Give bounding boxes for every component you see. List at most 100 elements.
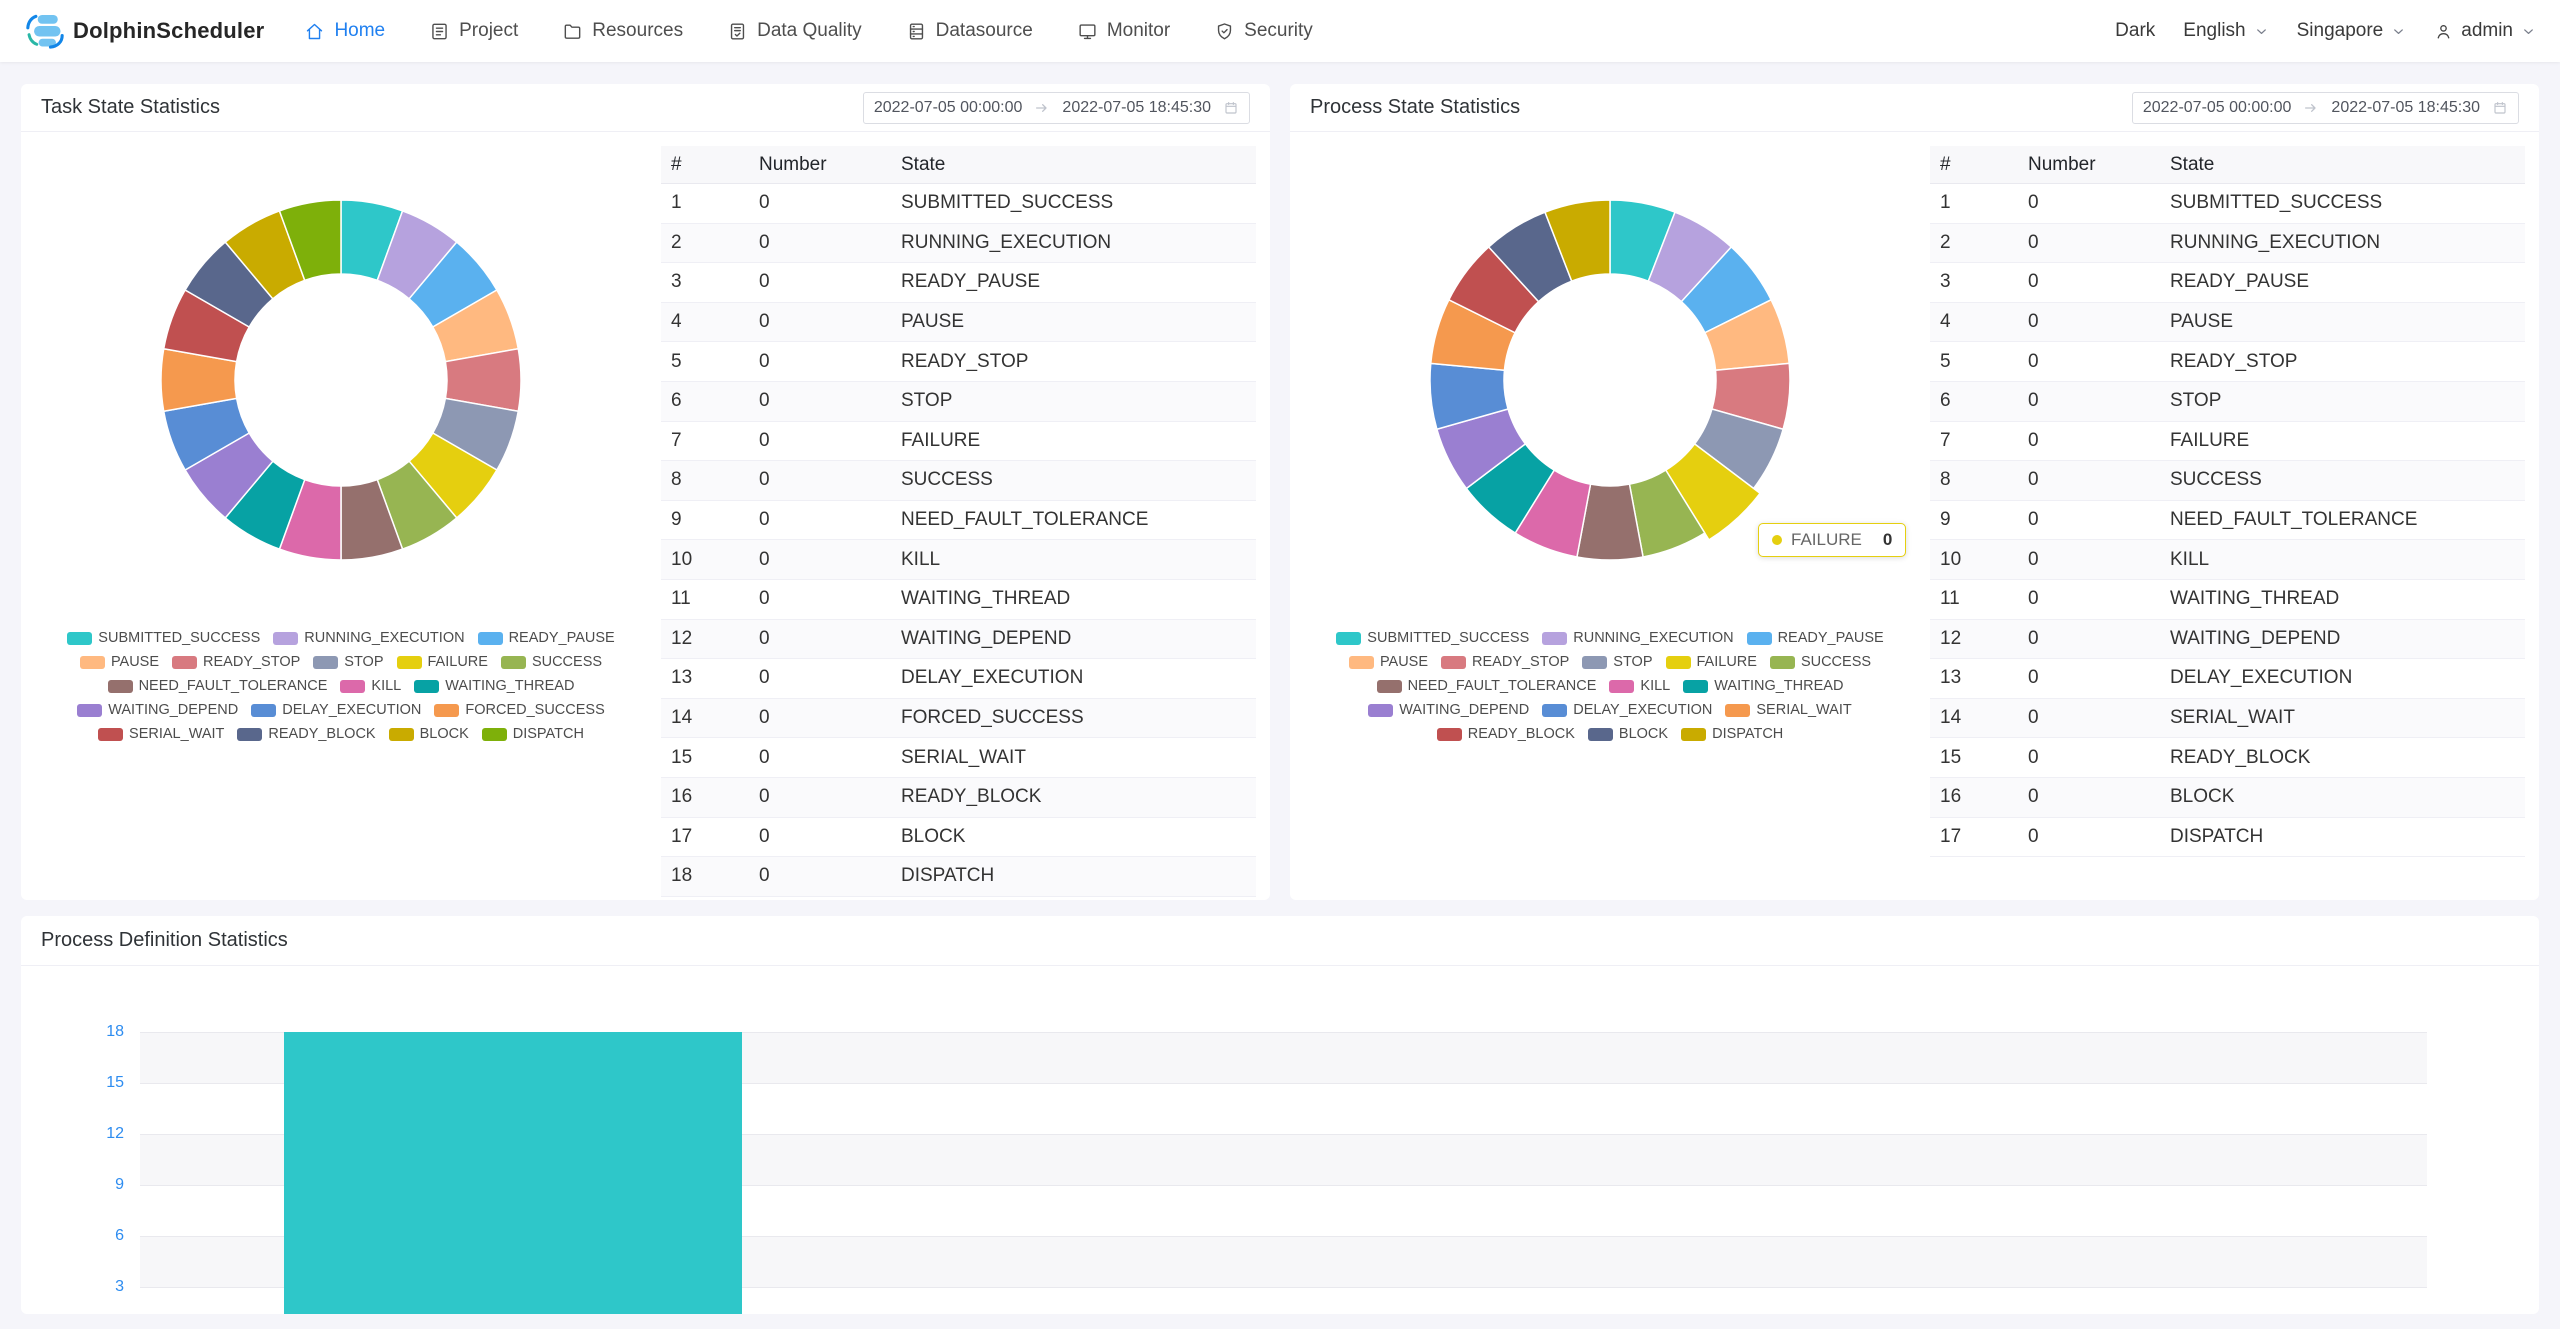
legend-item[interactable]: FAILURE	[397, 654, 488, 670]
legend-item[interactable]: SERIAL_WAIT	[1725, 702, 1851, 718]
legend-swatch	[98, 728, 123, 741]
nav-item-project[interactable]: Project	[429, 20, 518, 42]
definition-bar[interactable]: 18	[284, 1032, 742, 1314]
table-row: 60STOP	[1930, 382, 2525, 422]
timezone-select[interactable]: Singapore	[2297, 20, 2407, 42]
cell-index: 14	[1930, 707, 2018, 729]
legend-item[interactable]: SUCCESS	[1770, 654, 1871, 670]
card-title: Process State Statistics	[1310, 96, 1520, 119]
cell-number: 0	[2018, 549, 2160, 571]
cell-number: 0	[749, 667, 891, 689]
tooltip-label: FAILURE	[1791, 530, 1862, 550]
cell-state: WAITING_THREAD	[891, 588, 1256, 610]
language-select[interactable]: English	[2183, 20, 2268, 42]
date-start: 2022-07-05 00:00:00	[2143, 99, 2292, 117]
legend-item[interactable]: STOP	[1582, 654, 1652, 670]
legend-label: SUCCESS	[1801, 654, 1871, 670]
brand[interactable]: DolphinScheduler	[24, 11, 264, 51]
legend-item[interactable]: WAITING_DEPEND	[77, 702, 238, 718]
table-row: 80SUCCESS	[1930, 461, 2525, 501]
nav-item-data-quality[interactable]: Data Quality	[727, 20, 862, 42]
cell-state: RUNNING_EXECUTION	[891, 232, 1256, 254]
legend-item[interactable]: PAUSE	[80, 654, 159, 670]
legend-item[interactable]: WAITING_DEPEND	[1368, 702, 1529, 718]
cell-state: FORCED_SUCCESS	[891, 707, 1256, 729]
security-icon	[1214, 21, 1235, 42]
cell-state: WAITING_DEPEND	[2160, 628, 2525, 650]
legend-item[interactable]: RUNNING_EXECUTION	[1542, 630, 1733, 646]
legend-swatch	[482, 728, 507, 741]
cell-index: 10	[661, 549, 749, 571]
legend-swatch	[80, 656, 105, 669]
legend-item[interactable]: RUNNING_EXECUTION	[273, 630, 464, 646]
legend-item[interactable]: DELAY_EXECUTION	[251, 702, 421, 718]
process-donut-panel: SUBMITTED_SUCCESS RUNNING_EXECUTION READY_…	[1290, 132, 1930, 900]
cell-state: PAUSE	[891, 311, 1256, 333]
cell-index: 17	[661, 826, 749, 848]
legend-item[interactable]: READY_BLOCK	[1437, 726, 1575, 742]
legend-item[interactable]: READY_STOP	[1441, 654, 1569, 670]
legend-label: SERIAL_WAIT	[1756, 702, 1851, 718]
cell-state: BLOCK	[2160, 786, 2525, 808]
nav-item-resources[interactable]: Resources	[562, 20, 683, 42]
cell-index: 6	[661, 390, 749, 412]
task-donut-chart[interactable]: SUBMITTED_SUCCESSRUNNING_EXECUTIONREADY_…	[151, 190, 531, 570]
cell-index: 4	[1930, 311, 2018, 333]
legend-item[interactable]: READY_PAUSE	[478, 630, 615, 646]
nav-item-home[interactable]: Home	[304, 20, 385, 42]
cell-index: 12	[1930, 628, 2018, 650]
nav-item-security[interactable]: Security	[1214, 20, 1313, 42]
legend-item[interactable]: FAILURE	[1666, 654, 1757, 670]
cell-state: WAITING_DEPEND	[891, 628, 1256, 650]
legend-item[interactable]: DISPATCH	[482, 726, 584, 742]
legend-label: STOP	[344, 654, 383, 670]
legend-item[interactable]: DELAY_EXECUTION	[1542, 702, 1712, 718]
legend-item[interactable]: READY_BLOCK	[237, 726, 375, 742]
cell-index: 2	[661, 232, 749, 254]
cell-index: 5	[1930, 351, 2018, 373]
nav-item-datasource[interactable]: Datasource	[906, 20, 1033, 42]
cell-state: STOP	[891, 390, 1256, 412]
table-row: 70FAILURE	[1930, 422, 2525, 462]
legend-swatch	[478, 632, 503, 645]
legend-item[interactable]: SUCCESS	[501, 654, 602, 670]
theme-toggle[interactable]: Dark	[2115, 20, 2155, 42]
legend-swatch	[1582, 656, 1607, 669]
cell-state: DISPATCH	[2160, 826, 2525, 848]
legend-item[interactable]: BLOCK	[389, 726, 469, 742]
table-header-row: #NumberState	[661, 146, 1256, 184]
legend-item[interactable]: STOP	[313, 654, 383, 670]
user-icon	[2434, 22, 2453, 41]
legend-item[interactable]: FORCED_SUCCESS	[434, 702, 604, 718]
legend-item[interactable]: SUBMITTED_SUCCESS	[67, 630, 260, 646]
cell-number: 0	[749, 865, 891, 887]
process-donut-chart[interactable]: SUBMITTED_SUCCESSRUNNING_EXECUTIONREADY_…	[1420, 190, 1800, 570]
table-row: 110WAITING_THREAD	[661, 580, 1256, 620]
legend-label: RUNNING_EXECUTION	[304, 630, 464, 646]
legend-item[interactable]: SERIAL_WAIT	[98, 726, 224, 742]
legend-item[interactable]: BLOCK	[1588, 726, 1668, 742]
legend-item[interactable]: KILL	[1609, 678, 1670, 694]
legend-item[interactable]: WAITING_THREAD	[1683, 678, 1843, 694]
legend-swatch	[1336, 632, 1361, 645]
legend-item[interactable]: DISPATCH	[1681, 726, 1783, 742]
date-range-picker[interactable]: 2022-07-05 00:00:00 2022-07-05 18:45:30	[863, 92, 1250, 124]
legend-item[interactable]: READY_PAUSE	[1747, 630, 1884, 646]
legend-item[interactable]: KILL	[340, 678, 401, 694]
nav-item-monitor[interactable]: Monitor	[1077, 20, 1170, 42]
legend-item[interactable]: PAUSE	[1349, 654, 1428, 670]
legend-item[interactable]: SUBMITTED_SUCCESS	[1336, 630, 1529, 646]
table-row: 20RUNNING_EXECUTION	[661, 224, 1256, 264]
legend-item[interactable]: WAITING_THREAD	[414, 678, 574, 694]
date-end: 2022-07-05 18:45:30	[1062, 99, 1211, 117]
legend-item[interactable]: NEED_FAULT_TOLERANCE	[1377, 678, 1597, 694]
date-range-picker[interactable]: 2022-07-05 00:00:00 2022-07-05 18:45:30	[2132, 92, 2519, 124]
definition-bar-chart[interactable]: 18151296318	[21, 966, 2539, 1314]
user-menu[interactable]: admin	[2434, 20, 2536, 42]
cell-number: 0	[749, 430, 891, 452]
cell-number: 0	[2018, 509, 2160, 531]
cell-number: 0	[2018, 786, 2160, 808]
cell-index: 5	[661, 351, 749, 373]
legend-item[interactable]: NEED_FAULT_TOLERANCE	[108, 678, 328, 694]
legend-item[interactable]: READY_STOP	[172, 654, 300, 670]
